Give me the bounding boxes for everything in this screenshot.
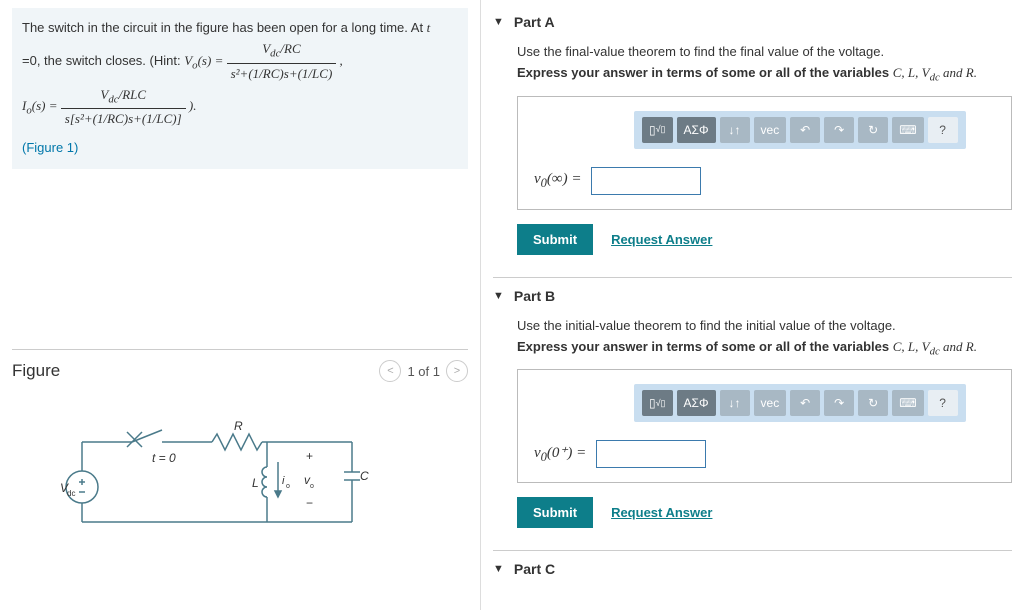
svg-text:−: − xyxy=(306,496,313,510)
part-a-input[interactable] xyxy=(591,167,701,195)
equation-toolbar-b: ▯√▯ ΑΣΦ ↓↑ vec ↶ ↷ ↻ ⌨ ? xyxy=(634,384,966,422)
hint-io: Io(s) = Vdc/RLCs[s²+(1/RC)s+(1/LC)] ). xyxy=(22,98,196,113)
redo-button[interactable]: ↷ xyxy=(824,117,854,143)
undo-button[interactable]: ↶ xyxy=(790,117,820,143)
greek-button[interactable]: ΑΣΦ xyxy=(677,390,716,416)
part-c-title: Part C xyxy=(514,561,555,577)
keyboard-button[interactable]: ⌨ xyxy=(892,117,923,143)
part-b-express: Express your answer in terms of some or … xyxy=(517,339,1012,358)
circuit-diagram: Vdc t = 0 R L io + vo − C xyxy=(12,412,468,545)
help-button[interactable]: ? xyxy=(928,117,958,143)
templates-button[interactable]: ▯√▯ xyxy=(642,390,673,416)
part-b-request-link[interactable]: Request Answer xyxy=(611,505,712,520)
part-c-header[interactable]: ▼ Part C xyxy=(493,555,1012,583)
figure-prev-button[interactable]: < xyxy=(379,360,401,382)
templates-button[interactable]: ▯√▯ xyxy=(642,117,673,143)
figure-title: Figure xyxy=(12,361,60,381)
undo-button[interactable]: ↶ xyxy=(790,390,820,416)
figure-next-button[interactable]: > xyxy=(446,360,468,382)
part-b-answer-area: ▯√▯ ΑΣΦ ↓↑ vec ↶ ↷ ↻ ⌨ ? v0(0⁺) = xyxy=(517,369,1012,483)
svg-text:i: i xyxy=(282,475,285,487)
part-a-submit-button[interactable]: Submit xyxy=(517,224,593,255)
t-var: t xyxy=(427,20,431,35)
updown-button[interactable]: ↓↑ xyxy=(720,390,750,416)
figure-link[interactable]: (Figure 1) xyxy=(22,138,458,159)
caret-down-icon: ▼ xyxy=(493,290,504,302)
equation-toolbar-a: ▯√▯ ΑΣΦ ↓↑ vec ↶ ↷ ↻ ⌨ ? xyxy=(634,111,966,149)
part-b-instruction: Use the initial-value theorem to find th… xyxy=(517,318,1012,333)
vec-button[interactable]: vec xyxy=(754,117,787,143)
vec-button[interactable]: vec xyxy=(754,390,787,416)
reset-button[interactable]: ↻ xyxy=(858,390,888,416)
part-b-submit-button[interactable]: Submit xyxy=(517,497,593,528)
part-b-title: Part B xyxy=(514,288,555,304)
keyboard-button[interactable]: ⌨ xyxy=(892,390,923,416)
problem-text2: =0, the switch closes. (Hint: xyxy=(22,53,184,68)
figure-section: Figure < 1 of 1 > xyxy=(12,349,468,545)
part-a-label: v0(∞) = xyxy=(534,171,581,191)
problem-text1: The switch in the circuit in the figure … xyxy=(22,20,427,35)
part-a-title: Part A xyxy=(514,14,555,30)
svg-text:o: o xyxy=(286,483,290,490)
svg-text:t = 0: t = 0 xyxy=(152,451,176,465)
redo-button[interactable]: ↷ xyxy=(824,390,854,416)
svg-text:+: + xyxy=(306,449,313,463)
separator xyxy=(493,277,1012,278)
part-a-express: Express your answer in terms of some or … xyxy=(517,65,1012,84)
figure-nav-text: 1 of 1 xyxy=(407,364,440,379)
svg-text:L: L xyxy=(252,476,259,490)
greek-button[interactable]: ΑΣΦ xyxy=(677,117,716,143)
part-b-header[interactable]: ▼ Part B xyxy=(493,282,1012,310)
svg-text:C: C xyxy=(360,469,369,483)
updown-button[interactable]: ↓↑ xyxy=(720,117,750,143)
reset-button[interactable]: ↻ xyxy=(858,117,888,143)
hint-vo: Vo(s) = Vdc/RCs²+(1/RC)s+(1/LC) , xyxy=(184,53,343,68)
caret-down-icon: ▼ xyxy=(493,563,504,575)
part-a-request-link[interactable]: Request Answer xyxy=(611,232,712,247)
part-a-answer-area: ▯√▯ ΑΣΦ ↓↑ vec ↶ ↷ ↻ ⌨ ? v0(∞) = xyxy=(517,96,1012,210)
svg-text:o: o xyxy=(310,483,314,490)
part-a-instruction: Use the final-value theorem to find the … xyxy=(517,44,1012,59)
caret-down-icon: ▼ xyxy=(493,16,504,28)
svg-text:dc: dc xyxy=(67,489,75,498)
problem-statement: The switch in the circuit in the figure … xyxy=(12,8,468,169)
figure-nav: < 1 of 1 > xyxy=(379,360,468,382)
help-button[interactable]: ? xyxy=(928,390,958,416)
part-b-label: v0(0⁺) = xyxy=(534,443,586,465)
svg-text:R: R xyxy=(234,419,243,433)
separator xyxy=(493,550,1012,551)
part-a-header[interactable]: ▼ Part A xyxy=(493,8,1012,36)
part-b-input[interactable] xyxy=(596,440,706,468)
